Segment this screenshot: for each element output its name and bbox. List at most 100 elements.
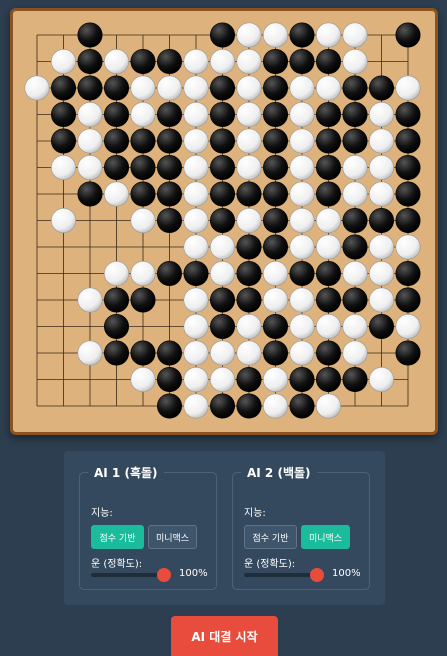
white-stone: [157, 75, 183, 101]
black-stone: [395, 128, 421, 154]
black-stone: [236, 287, 262, 313]
white-stone: [50, 48, 76, 74]
ai1-minimax-button[interactable]: 미니맥스: [148, 525, 197, 549]
start-ai-battle-button[interactable]: AI 대결 시작: [171, 616, 278, 656]
black-stone: [289, 22, 315, 48]
white-stone: [236, 48, 262, 74]
white-stone: [183, 366, 209, 392]
black-stone: [157, 393, 183, 419]
white-stone: [236, 128, 262, 154]
black-stone: [342, 287, 368, 313]
ai2-luck-thumb[interactable]: [310, 568, 324, 582]
black-stone: [157, 366, 183, 392]
white-stone: [236, 155, 262, 181]
board-grid[interactable]: [10, 8, 438, 435]
black-stone: [210, 75, 236, 101]
black-stone: [104, 102, 130, 128]
white-stone: [289, 102, 315, 128]
white-stone: [50, 208, 76, 234]
black-stone: [210, 393, 236, 419]
black-stone: [342, 208, 368, 234]
black-stone: [130, 128, 156, 154]
black-stone: [263, 155, 289, 181]
black-stone: [315, 261, 341, 287]
black-stone: [342, 128, 368, 154]
black-stone: [210, 128, 236, 154]
ai2-luck-slider[interactable]: [244, 568, 324, 582]
white-stone: [289, 234, 315, 260]
black-stone: [157, 155, 183, 181]
ai2-score-button[interactable]: 점수 기반: [244, 525, 297, 549]
white-stone: [236, 75, 262, 101]
black-stone: [157, 102, 183, 128]
black-stone: [342, 102, 368, 128]
ai1-luck-value: 100%: [179, 568, 208, 579]
white-stone: [263, 261, 289, 287]
ai1-luck-label: 운 (정확도):: [91, 559, 143, 570]
white-stone: [236, 22, 262, 48]
ai1-luck-thumb[interactable]: [157, 568, 171, 582]
white-stone: [236, 340, 262, 366]
white-stone: [368, 128, 394, 154]
white-stone: [183, 102, 209, 128]
white-stone: [183, 393, 209, 419]
white-stone: [130, 75, 156, 101]
white-stone: [395, 75, 421, 101]
black-stone: [210, 102, 236, 128]
black-stone: [77, 181, 103, 207]
white-stone: [368, 261, 394, 287]
black-stone: [315, 102, 341, 128]
white-stone: [342, 313, 368, 339]
black-stone: [50, 128, 76, 154]
black-stone: [157, 48, 183, 74]
black-stone: [263, 181, 289, 207]
white-stone: [130, 102, 156, 128]
white-stone: [342, 22, 368, 48]
ai2-luck-value: 100%: [332, 568, 361, 579]
white-stone: [183, 48, 209, 74]
white-stone: [77, 128, 103, 154]
black-stone: [342, 234, 368, 260]
white-stone: [368, 366, 394, 392]
black-stone: [130, 340, 156, 366]
white-stone: [368, 102, 394, 128]
ai1-intelligence-label: 지능:: [91, 508, 113, 519]
white-stone: [289, 208, 315, 234]
black-stone: [368, 313, 394, 339]
white-stone: [183, 234, 209, 260]
white-stone: [104, 181, 130, 207]
black-stone: [236, 234, 262, 260]
white-stone: [183, 128, 209, 154]
black-stone: [104, 287, 130, 313]
black-stone: [315, 340, 341, 366]
white-stone: [368, 181, 394, 207]
ai1-title: AI 1 (흑돌): [94, 466, 158, 480]
settings-panel: AI 1 (흑돌) 지능: 점수 기반 미니맥스 운 (정확도): 100% A…: [64, 451, 385, 605]
ai2-minimax-button[interactable]: 미니맥스: [301, 525, 350, 549]
white-stone: [289, 155, 315, 181]
white-stone: [289, 340, 315, 366]
ai1-luck-slider[interactable]: [91, 568, 171, 582]
white-stone: [104, 261, 130, 287]
white-stone: [315, 75, 341, 101]
black-stone: [263, 128, 289, 154]
white-stone: [342, 155, 368, 181]
black-stone: [395, 208, 421, 234]
white-stone: [183, 313, 209, 339]
black-stone: [263, 208, 289, 234]
black-stone: [263, 234, 289, 260]
white-stone: [289, 313, 315, 339]
white-stone: [24, 75, 50, 101]
white-stone: [77, 155, 103, 181]
white-stone: [183, 287, 209, 313]
white-stone: [183, 340, 209, 366]
black-stone: [77, 75, 103, 101]
black-stone: [263, 102, 289, 128]
black-stone: [315, 366, 341, 392]
go-board[interactable]: [10, 8, 438, 435]
black-stone: [157, 261, 183, 287]
ai1-score-button[interactable]: 점수 기반: [91, 525, 144, 549]
black-stone: [395, 287, 421, 313]
black-stone: [315, 287, 341, 313]
black-stone: [157, 208, 183, 234]
